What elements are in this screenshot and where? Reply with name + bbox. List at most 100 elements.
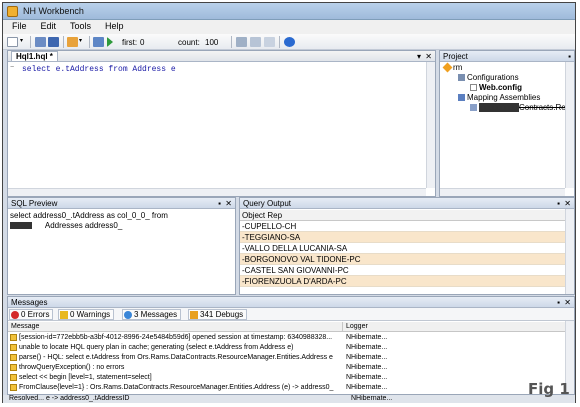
messages-header: Messages ▪ ✕ [8, 297, 574, 308]
errors-filter-button[interactable]: 0 Errors [9, 309, 54, 320]
menu-bar: File Edit Tools Help [3, 20, 575, 34]
messages-filter-button[interactable]: 3 Messages [122, 309, 182, 320]
status-message-row: Resolved... e -> address0_.tAddressID [9, 395, 130, 402]
query-output-vscroll[interactable] [565, 209, 574, 294]
figure-label: Fig 1 [528, 380, 570, 398]
cut-icon[interactable] [236, 37, 247, 47]
close-tab-icon[interactable]: ✕ [425, 51, 432, 62]
sql-preview-text: select address0_.tAddress as col_0_0_ fr… [10, 211, 168, 230]
menu-help[interactable]: Help [100, 20, 129, 32]
app-window: NH Workbench File Edit Tools Help ▾ ▾ first… [2, 2, 576, 403]
debug-icon [10, 344, 17, 351]
message-row[interactable]: throwQueryException() : no errors NHibern… [8, 363, 565, 373]
menu-edit[interactable]: Edit [36, 20, 62, 32]
project-panel: Project ▪ rm Configurations Web.config M… [439, 50, 575, 197]
copy2-icon[interactable] [250, 37, 261, 47]
editor-vscroll[interactable] [426, 62, 435, 188]
dll-icon [470, 104, 477, 112]
message-row[interactable]: FromClause{level=1} : Ors.Rams.DataContr… [8, 383, 565, 392]
editor-hscroll[interactable] [8, 188, 426, 196]
copy-icon[interactable] [35, 37, 46, 47]
window-title: NH Workbench [23, 6, 84, 16]
pin-icon[interactable]: ▪ [218, 198, 221, 209]
tree-item-contracts[interactable]: xxxxxxxxxxContracts.Ress [470, 103, 574, 113]
app-icon [7, 6, 18, 17]
pin-icon[interactable]: ▪ [557, 297, 560, 308]
debug-icon [10, 374, 17, 381]
editor-panel: Hql1.hql * ▾ ✕ − select e.tAddress from … [7, 50, 436, 197]
tree-item-web-config[interactable]: Web.config [470, 83, 522, 93]
warning-icon [60, 310, 68, 319]
project-vscroll[interactable] [565, 62, 574, 188]
count-label: count: [178, 38, 200, 47]
editor-tabstrip: Hql1.hql * ▾ ✕ [8, 51, 435, 62]
pin-icon[interactable]: ▪ [557, 198, 560, 209]
title-bar: NH Workbench [3, 3, 575, 20]
debug-icon [190, 310, 198, 319]
project-hscroll[interactable] [440, 188, 565, 196]
save-icon[interactable] [48, 37, 59, 47]
result-row[interactable]: -TEGGIANO-SA [240, 232, 565, 243]
open-folder-icon[interactable] [67, 37, 78, 47]
message-row[interactable]: unable to locate HQL query plan in cache… [8, 343, 565, 353]
close-icon[interactable]: ✕ [225, 198, 232, 209]
debugs-filter-button[interactable]: 341 Debugs [188, 309, 248, 320]
message-row[interactable]: select << begin [level=1, statement=sele… [8, 373, 565, 383]
grid-icon[interactable] [93, 37, 104, 47]
sql-preview-title: SQL Preview [11, 199, 58, 208]
assembly-icon [458, 94, 465, 102]
query-output-header: Query Output ▪ ✕ [240, 198, 574, 209]
sql-preview-header: SQL Preview ▪ ✕ [8, 198, 235, 209]
query-output-title: Query Output [243, 199, 292, 208]
message-row[interactable]: parse() - HQL: select e.tAddress from Or… [8, 353, 565, 363]
tree-item-root[interactable]: rm [442, 62, 462, 73]
close-icon[interactable]: ✕ [564, 198, 571, 209]
status-logger: NHibernate... [351, 395, 393, 402]
first-input[interactable]: 0 [140, 38, 144, 47]
result-row[interactable]: -CUPELLO-CH [240, 221, 565, 232]
collapse-icon[interactable]: − [10, 64, 18, 72]
result-row[interactable]: -BORGONOVO VAL TIDONE-PC [240, 254, 565, 265]
tree-item-configurations[interactable]: Configurations [458, 73, 519, 83]
message-row[interactable]: [session-id=772ebb5b-a3bf-4012-8996-24e5… [8, 333, 565, 343]
result-row[interactable]: -VALLO DELLA LUCANIA-SA [240, 243, 565, 254]
sql-preview-panel: SQL Preview ▪ ✕ select address0_.tAddres… [7, 197, 236, 295]
debug-icon [10, 364, 17, 371]
tab-hql1[interactable]: Hql1.hql * [11, 51, 58, 61]
tree-item-mapping-assemblies[interactable]: Mapping Assemblies [458, 93, 540, 103]
file-icon [470, 84, 477, 92]
help-icon[interactable] [284, 37, 295, 47]
column-header-object-rep[interactable]: Object Rep [240, 210, 565, 221]
diamond-icon [442, 62, 453, 73]
column-header-message[interactable]: Message [11, 322, 39, 332]
menu-file[interactable]: File [7, 20, 32, 32]
redacted-block: xxxxxxxxxx [479, 103, 519, 112]
new-file-icon[interactable] [7, 37, 18, 47]
query-output-panel: Query Output ▪ ✕ Object Rep -CUPELLO-CH … [239, 197, 575, 295]
hql-code[interactable]: select e.tAddress from Address e [22, 65, 176, 74]
count-input[interactable]: 100 [205, 38, 218, 47]
error-icon [11, 310, 19, 319]
tab-dropdown-icon[interactable]: ▾ [417, 51, 421, 62]
status-bar: Resolved... e -> address0_.tAddressID NH… [3, 395, 575, 403]
info-icon [124, 310, 132, 319]
redacted-block [10, 222, 32, 230]
paste-icon[interactable] [264, 37, 275, 47]
column-header-logger[interactable]: Logger [346, 322, 368, 332]
config-icon [458, 74, 465, 82]
project-header: Project ▪ [440, 51, 574, 62]
result-row[interactable]: -CASTEL SAN GIOVANNI-PC [240, 265, 565, 276]
first-label: first: [122, 38, 138, 47]
warnings-filter-button[interactable]: 0 Warnings [58, 309, 115, 320]
close-icon[interactable]: ✕ [564, 297, 571, 308]
debug-icon [10, 354, 17, 361]
toolbar: ▾ ▾ first: 0 count: 100 [3, 34, 575, 50]
message-filter-bar: 0 Errors 0 Warnings 3 Messages 341 Debug… [8, 308, 574, 321]
result-row[interactable]: -FIORENZUOLA D'ARDA-PC [240, 276, 565, 287]
pin-icon[interactable]: ▪ [568, 51, 571, 62]
run-icon[interactable] [107, 37, 113, 47]
project-title: Project [443, 52, 468, 61]
menu-tools[interactable]: Tools [65, 20, 96, 32]
messages-title: Messages [11, 298, 48, 307]
messages-column-header: Message Logger [8, 322, 565, 332]
